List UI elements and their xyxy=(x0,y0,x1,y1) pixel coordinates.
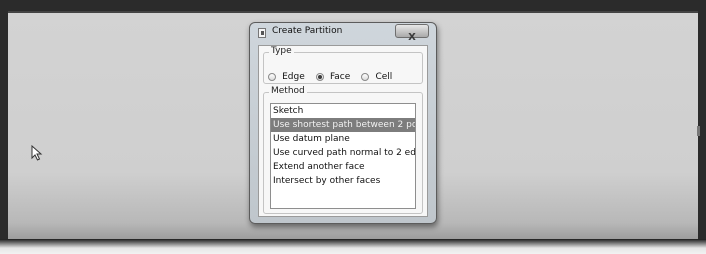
bottom-strip xyxy=(0,239,706,254)
method-item-curved-path[interactable]: Use curved path normal to 2 edges xyxy=(271,146,415,160)
window-icon xyxy=(258,28,266,38)
method-item-extend-face[interactable]: Extend another face xyxy=(271,160,415,174)
radio-cell-label[interactable]: Cell xyxy=(375,72,392,82)
radio-cell[interactable]: Cell xyxy=(361,66,392,85)
radio-face-label[interactable]: Face xyxy=(330,72,350,82)
type-group: Type Edge Face Cell xyxy=(263,46,423,84)
dialog-client-area: Type Edge Face Cell Method Sketch Use sh… xyxy=(258,45,428,217)
radio-face-circle[interactable] xyxy=(315,72,324,81)
type-group-label: Type xyxy=(269,46,294,56)
type-radio-row: Edge Face Cell xyxy=(268,65,398,82)
close-icon: X xyxy=(408,32,416,43)
radio-edge-label[interactable]: Edge xyxy=(282,72,305,82)
create-partition-dialog: Create Partition X Type Edge Face Cell M… xyxy=(249,22,437,224)
dialog-title: Create Partition xyxy=(272,26,343,36)
radio-edge[interactable]: Edge xyxy=(268,66,305,85)
dialog-titlebar[interactable]: Create Partition X xyxy=(250,23,436,43)
radio-cell-circle[interactable] xyxy=(361,72,370,81)
method-group: Method Sketch Use shortest path between … xyxy=(263,86,423,214)
method-item-sketch[interactable]: Sketch xyxy=(271,104,415,118)
method-listbox[interactable]: Sketch Use shortest path between 2 point… xyxy=(270,103,416,209)
radio-face[interactable]: Face xyxy=(315,66,350,85)
viewport-edge-marker xyxy=(697,126,700,136)
method-item-intersect-faces[interactable]: Intersect by other faces xyxy=(271,174,415,188)
radio-edge-circle[interactable] xyxy=(268,72,276,81)
method-group-label: Method xyxy=(269,86,307,96)
method-item-datum-plane[interactable]: Use datum plane xyxy=(271,132,415,146)
close-button[interactable]: X xyxy=(395,24,429,43)
mouse-pointer-icon xyxy=(31,145,43,161)
method-item-shortest-path[interactable]: Use shortest path between 2 points xyxy=(271,118,415,132)
